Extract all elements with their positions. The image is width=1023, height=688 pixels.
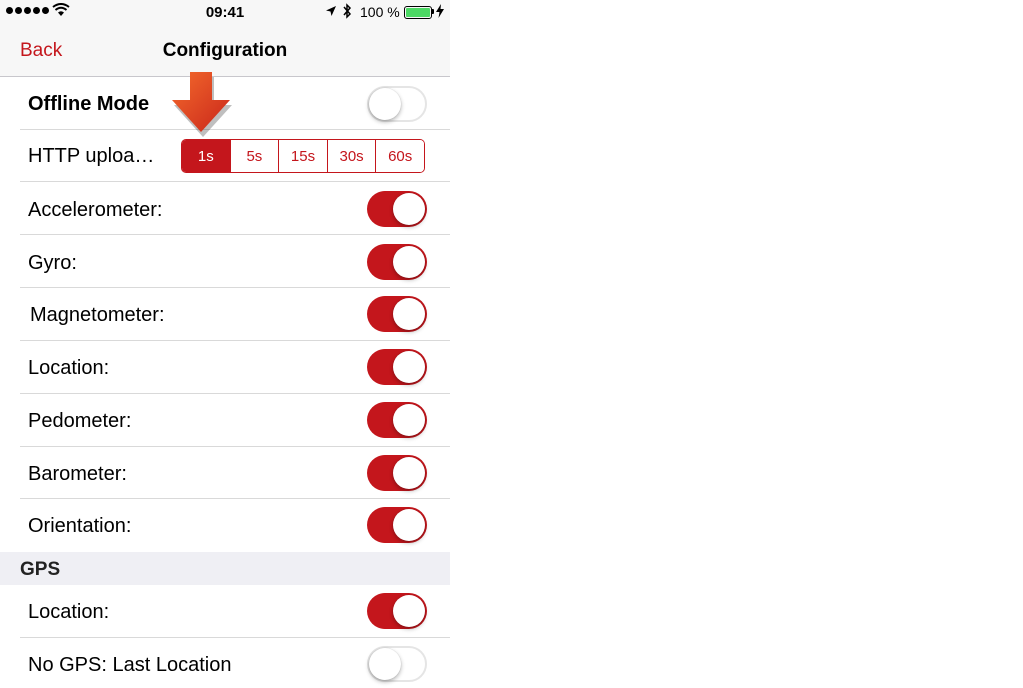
gps-section-header: GPS bbox=[0, 552, 450, 585]
pedometer-label: Pedometer: bbox=[28, 410, 132, 432]
gps-section-title: GPS bbox=[20, 559, 61, 580]
segment-5s[interactable]: 5s bbox=[230, 140, 280, 172]
segment-30s[interactable]: 30s bbox=[327, 140, 377, 172]
orientation-label: Orientation: bbox=[28, 515, 132, 537]
row-location: Location: bbox=[0, 341, 450, 394]
accelerometer-label: Accelerometer: bbox=[28, 199, 163, 221]
no-gps-last-location-label: No GPS: Last Location bbox=[28, 654, 232, 676]
gyro-toggle[interactable] bbox=[367, 244, 427, 280]
phone-screen: 09:41 100 % Back Configuration Offline M… bbox=[0, 0, 450, 688]
gps-location-label: Location: bbox=[28, 601, 110, 623]
battery-cap bbox=[432, 9, 434, 14]
orientation-toggle[interactable] bbox=[367, 507, 427, 543]
row-accelerometer: Accelerometer: bbox=[0, 182, 450, 235]
page-title: Configuration bbox=[162, 40, 288, 61]
segment-1s[interactable]: 1s bbox=[182, 140, 231, 172]
down-arrow-annotation-icon bbox=[172, 72, 232, 137]
battery-percentage: 100 % bbox=[360, 4, 400, 20]
pedometer-toggle[interactable] bbox=[367, 402, 427, 438]
barometer-label: Barometer: bbox=[28, 463, 127, 485]
charging-bolt-icon bbox=[436, 4, 444, 18]
location-label: Location: bbox=[28, 357, 110, 379]
segment-15s[interactable]: 15s bbox=[279, 140, 328, 172]
segment-60s[interactable]: 60s bbox=[376, 140, 424, 172]
gyro-label: Gyro: bbox=[28, 252, 77, 274]
accelerometer-toggle[interactable] bbox=[367, 191, 427, 227]
magnetometer-toggle[interactable] bbox=[367, 296, 427, 332]
barometer-toggle[interactable] bbox=[367, 455, 427, 491]
magnetometer-label: Magnetometer: bbox=[30, 304, 165, 326]
http-upload-label: HTTP uploa… bbox=[28, 145, 155, 167]
no-gps-last-location-toggle[interactable] bbox=[367, 646, 427, 682]
location-toggle[interactable] bbox=[367, 349, 427, 385]
bluetooth-icon bbox=[343, 3, 352, 19]
offline-mode-toggle[interactable] bbox=[367, 86, 427, 122]
row-gyro: Gyro: bbox=[0, 235, 450, 288]
offline-mode-label: Offline Mode bbox=[28, 93, 150, 115]
row-barometer: Barometer: bbox=[0, 447, 450, 499]
row-orientation: Orientation: bbox=[0, 499, 450, 552]
row-gps-location: Location: bbox=[0, 585, 450, 638]
row-pedometer: Pedometer: bbox=[0, 394, 450, 447]
battery-icon bbox=[404, 6, 432, 19]
location-arrow-icon bbox=[326, 6, 336, 16]
http-upload-interval-control: 1s 5s 15s 30s 60s bbox=[181, 139, 425, 173]
gps-location-toggle[interactable] bbox=[367, 593, 427, 629]
row-no-gps-last-location: No GPS: Last Location bbox=[0, 638, 450, 688]
row-magnetometer: Magnetometer: bbox=[0, 288, 450, 341]
status-bar: 09:41 100 % bbox=[0, 0, 450, 24]
